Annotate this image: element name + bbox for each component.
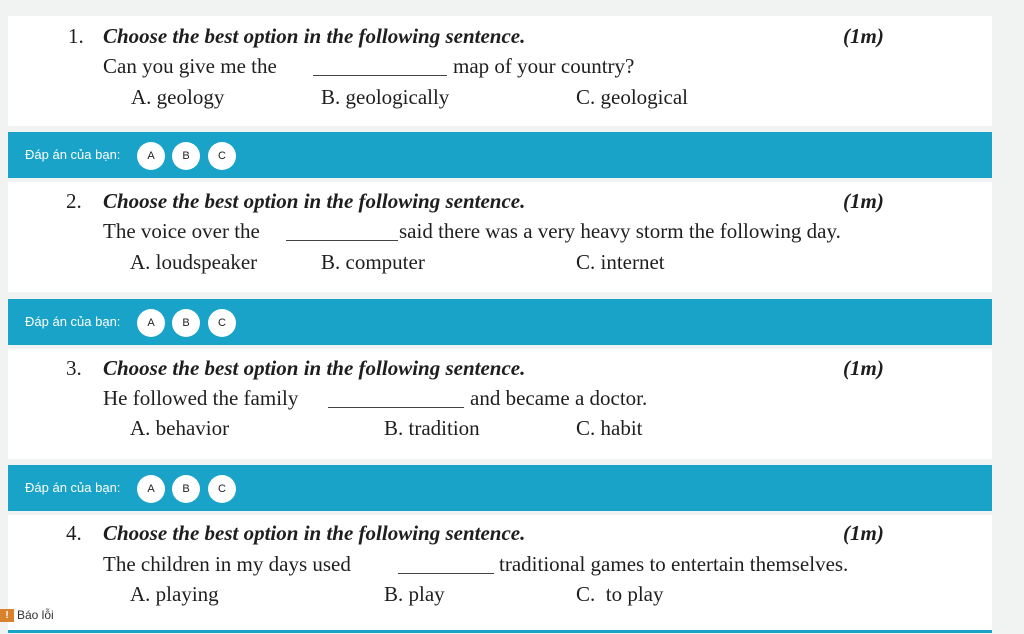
question-card-4: 4. Choose the best option in the followi… xyxy=(8,515,992,630)
option-b: B. play xyxy=(384,582,445,606)
answer-blank xyxy=(398,573,494,574)
question-number: 1. xyxy=(68,24,84,48)
question-points: (1m) xyxy=(843,24,884,48)
answer-bar-1: Đáp án của bạn: A B C xyxy=(8,132,992,178)
answer-option-c[interactable]: C xyxy=(208,142,236,170)
question-card-2: 2. Choose the best option in the followi… xyxy=(8,182,992,292)
option-a: A. behavior xyxy=(130,416,230,440)
answer-blank xyxy=(286,240,398,241)
question-points: (1m) xyxy=(843,356,884,380)
sentence-after-blank: traditional games to entertain themselve… xyxy=(499,552,849,576)
option-c: C. habit xyxy=(576,416,643,440)
option-c: C. geological xyxy=(576,85,688,109)
question-instruction: Choose the best option in the following … xyxy=(103,521,526,545)
option-b: B. tradition xyxy=(384,416,480,440)
answer-label: Đáp án của bạn: xyxy=(25,314,121,329)
option-b: B. computer xyxy=(321,250,425,274)
sentence-after-blank: map of your country? xyxy=(453,54,635,78)
sentence-before-blank: Can you give me the xyxy=(103,54,277,78)
answer-option-b[interactable]: B xyxy=(172,309,200,337)
answer-blank xyxy=(313,75,447,76)
option-a: A. geology xyxy=(131,85,225,109)
answer-option-a[interactable]: A xyxy=(137,475,165,503)
report-label: Báo lỗi xyxy=(17,608,54,622)
question-card-3: 3. Choose the best option in the followi… xyxy=(8,349,992,459)
answer-bar-2: Đáp án của bạn: A B C xyxy=(8,299,992,345)
question-instruction: Choose the best option in the following … xyxy=(103,356,526,380)
answer-label: Đáp án của bạn: xyxy=(25,147,121,162)
sentence-before-blank: The voice over the xyxy=(103,219,260,243)
answer-option-c[interactable]: C xyxy=(208,309,236,337)
question-instruction: Choose the best option in the following … xyxy=(103,24,526,48)
option-c: C. internet xyxy=(576,250,665,274)
sentence-before-blank: He followed the family xyxy=(103,386,299,410)
question-card-1: 1. Choose the best option in the followi… xyxy=(8,16,992,126)
answer-option-a[interactable]: A xyxy=(137,309,165,337)
question-number: 2. xyxy=(66,189,82,213)
report-error-button[interactable]: ! Báo lỗi xyxy=(0,606,54,624)
answer-option-b[interactable]: B xyxy=(172,475,200,503)
answer-bar-3: Đáp án của bạn: A B C xyxy=(8,465,992,511)
option-a: A. playing xyxy=(130,582,219,606)
answer-option-a[interactable]: A xyxy=(137,142,165,170)
answer-label: Đáp án của bạn: xyxy=(25,480,121,495)
answer-blank xyxy=(328,407,464,408)
option-c: C. to play xyxy=(576,582,664,606)
report-flag-icon: ! xyxy=(0,608,14,622)
question-points: (1m) xyxy=(843,521,884,545)
sentence-after-blank: said there was a very heavy storm the fo… xyxy=(399,219,841,243)
answer-option-c[interactable]: C xyxy=(208,475,236,503)
sentence-before-blank: The children in my days used xyxy=(103,552,351,576)
answer-bar-4-edge xyxy=(8,630,992,633)
question-number: 3. xyxy=(66,356,82,380)
sentence-after-blank: and became a doctor. xyxy=(470,386,648,410)
option-a: A. loudspeaker xyxy=(130,250,258,274)
answer-option-b[interactable]: B xyxy=(172,142,200,170)
question-instruction: Choose the best option in the following … xyxy=(103,189,526,213)
question-points: (1m) xyxy=(843,189,884,213)
option-b: B. geologically xyxy=(321,85,450,109)
question-number: 4. xyxy=(66,521,82,545)
